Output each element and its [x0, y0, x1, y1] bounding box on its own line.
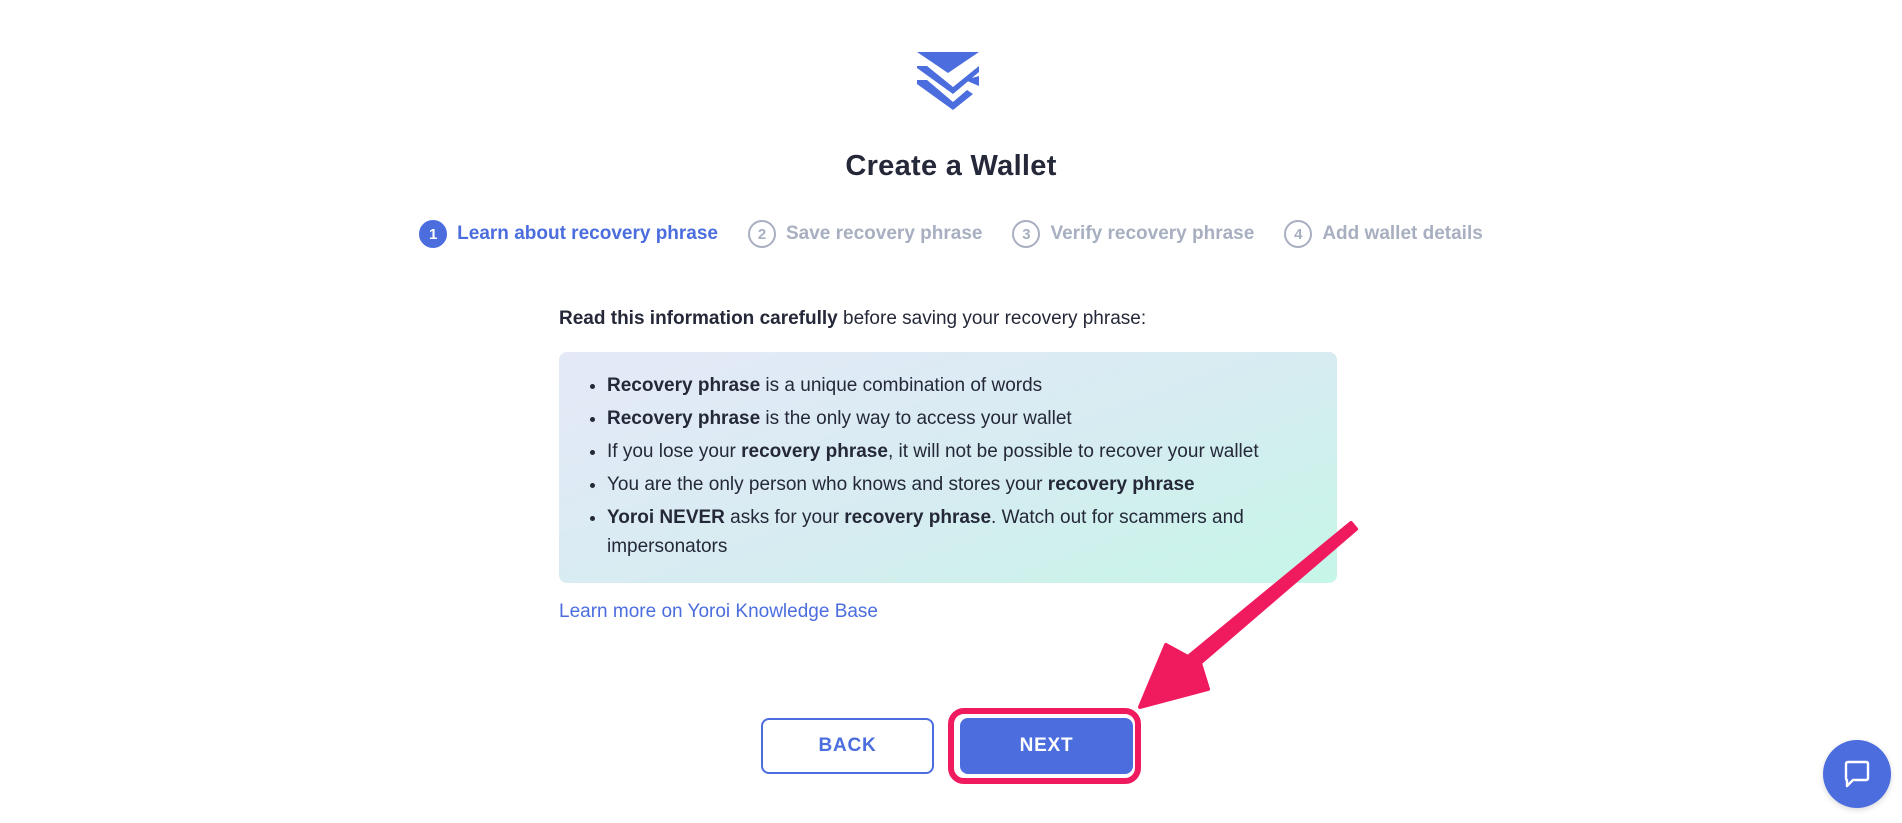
- step-verify-recovery-phrase: 3 Verify recovery phrase: [1012, 220, 1254, 248]
- step-save-recovery-phrase: 2 Save recovery phrase: [748, 220, 982, 248]
- emphasis: recovery phrase: [741, 441, 888, 462]
- create-wallet-page: Create a Wallet 1 Learn about recovery p…: [0, 0, 1902, 823]
- step-label: Verify recovery phrase: [1050, 223, 1255, 244]
- main-content: Read this information carefully before s…: [559, 308, 1337, 623]
- list-item: Recovery phrase is a unique combination …: [607, 371, 1307, 400]
- intro-text: Read this information carefully before s…: [559, 308, 1337, 330]
- next-button[interactable]: NEXT: [960, 718, 1133, 774]
- step-number: 2: [748, 220, 776, 248]
- step-number: 1: [419, 220, 448, 248]
- chat-bubble-icon: [1844, 760, 1870, 788]
- intro-bold: Read this information carefully: [559, 308, 838, 329]
- intro-rest: before saving your recovery phrase:: [837, 308, 1147, 329]
- yoroi-logo-icon: [917, 52, 979, 110]
- action-buttons: BACK NEXT: [761, 708, 1141, 784]
- item-text: , it will not be possible to recover you…: [887, 441, 1259, 462]
- step-add-wallet-details: 4 Add wallet details: [1284, 220, 1483, 248]
- page-title: Create a Wallet: [845, 150, 1057, 182]
- step-learn-recovery-phrase: 1 Learn about recovery phrase: [419, 220, 718, 248]
- step-label: Save recovery phrase: [786, 223, 983, 244]
- step-number: 3: [1012, 220, 1041, 248]
- list-item: Recovery phrase is the only way to acces…: [607, 404, 1307, 433]
- step-number: 4: [1284, 220, 1313, 248]
- emphasis: Recovery phrase: [607, 408, 761, 429]
- item-text: You are the only person who knows and st…: [607, 474, 1048, 495]
- stepper: 1 Learn about recovery phrase 2 Save rec…: [0, 220, 1902, 248]
- emphasis: Recovery phrase: [607, 375, 761, 396]
- emphasis: recovery phrase: [844, 507, 992, 528]
- item-text: is a unique combination of words: [760, 375, 1043, 396]
- item-text: asks for your: [724, 507, 845, 528]
- knowledge-base-link[interactable]: Learn more on Yoroi Knowledge Base: [559, 601, 878, 623]
- emphasis: Yoroi NEVER: [607, 507, 725, 528]
- list-item: Yoroi NEVER asks for your recovery phras…: [607, 503, 1307, 561]
- back-button[interactable]: BACK: [761, 718, 934, 774]
- step-label: Learn about recovery phrase: [457, 223, 718, 244]
- list-item: If you lose your recovery phrase, it wil…: [607, 437, 1307, 466]
- step-label: Add wallet details: [1322, 223, 1483, 244]
- info-list: Recovery phrase is a unique combination …: [589, 371, 1307, 561]
- item-text: is the only way to access your wallet: [760, 408, 1072, 429]
- emphasis: recovery phrase: [1047, 474, 1195, 495]
- next-button-wrapper: NEXT: [948, 708, 1141, 784]
- list-item: You are the only person who knows and st…: [607, 470, 1307, 499]
- item-text: If you lose your: [607, 441, 742, 462]
- recovery-phrase-info-box: Recovery phrase is a unique combination …: [559, 352, 1337, 583]
- chat-button[interactable]: [1823, 740, 1891, 808]
